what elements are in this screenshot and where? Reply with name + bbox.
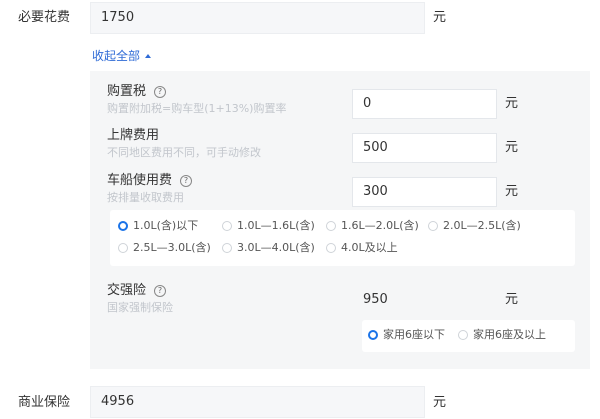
plate-fee-field[interactable]: 500 (352, 133, 497, 163)
collapse-all-toggle[interactable]: 收起全部 (92, 48, 152, 64)
compulsory-ins-unit: 元 (505, 292, 519, 307)
vehicle-tax-hint: 按排量收取费用 (107, 191, 184, 204)
commercial-ins-unit: 元 (433, 395, 447, 410)
must-fee-unit: 元 (433, 10, 447, 25)
radio-selected-icon (368, 330, 378, 340)
compulsory-ins-label: 交强险 (107, 283, 147, 298)
displacement-option[interactable]: 3.0L—4.0L(含) (222, 241, 315, 255)
purchase-tax-field[interactable]: 0 (352, 89, 497, 119)
question-circle-icon[interactable]: ? (154, 285, 167, 297)
displacement-option[interactable]: 2.5L—3.0L(含) (118, 241, 211, 255)
radio-icon (326, 221, 336, 231)
vehicle-tax-field[interactable]: 300 (352, 177, 497, 207)
plate-fee-unit: 元 (505, 140, 519, 155)
displacement-option[interactable]: 1.0L(含)以下 (118, 219, 198, 233)
purchase-tax-label: 购置税 (107, 84, 147, 99)
radio-icon (458, 330, 468, 340)
commercial-ins-label: 商业保险 (18, 395, 71, 410)
purchase-tax-label-row: 购置税? (107, 83, 167, 101)
purchase-tax-unit: 元 (505, 96, 519, 111)
seat-option[interactable]: 家用6座以下 (368, 328, 445, 342)
must-fee-label: 必要花费 (18, 10, 71, 25)
plate-fee-label: 上牌费用 (107, 128, 160, 143)
vehicle-tax-unit: 元 (505, 184, 519, 199)
must-fee-field[interactable]: 1750 (90, 2, 425, 34)
collapse-all-label: 收起全部 (92, 49, 141, 63)
displacement-option[interactable]: 2.0L—2.5L(含) (428, 219, 521, 233)
seat-options: 家用6座以下 家用6座及以上 (362, 320, 575, 352)
seat-option[interactable]: 家用6座及以上 (458, 328, 546, 342)
displacement-options: 1.0L(含)以下 1.0L—1.6L(含) 1.6L—2.0L(含) 2.0L… (110, 210, 575, 266)
question-circle-icon[interactable]: ? (180, 175, 193, 187)
displacement-option[interactable]: 1.6L—2.0L(含) (326, 219, 419, 233)
radio-icon (326, 243, 336, 253)
compulsory-ins-field: 950 (352, 285, 497, 315)
vehicle-tax-label-row: 车船使用费? (107, 172, 193, 190)
radio-icon (118, 243, 128, 253)
radio-icon (222, 221, 232, 231)
radio-icon (222, 243, 232, 253)
plate-fee-hint: 不同地区费用不同，可手动修改 (107, 146, 261, 159)
purchase-tax-hint: 购置附加税=购车型(1+13%)购置率 (107, 102, 287, 115)
radio-icon (428, 221, 438, 231)
displacement-option[interactable]: 4.0L及以上 (326, 241, 398, 255)
commercial-ins-field[interactable]: 4956 (90, 386, 425, 418)
vehicle-tax-label: 车船使用费 (107, 173, 173, 188)
displacement-option[interactable]: 1.0L—1.6L(含) (222, 219, 315, 233)
compulsory-ins-label-row: 交强险? (107, 282, 167, 300)
question-circle-icon[interactable]: ? (154, 86, 167, 98)
caret-up-icon (145, 54, 152, 58)
radio-selected-icon (118, 221, 128, 231)
compulsory-ins-hint: 国家强制保险 (107, 301, 173, 314)
